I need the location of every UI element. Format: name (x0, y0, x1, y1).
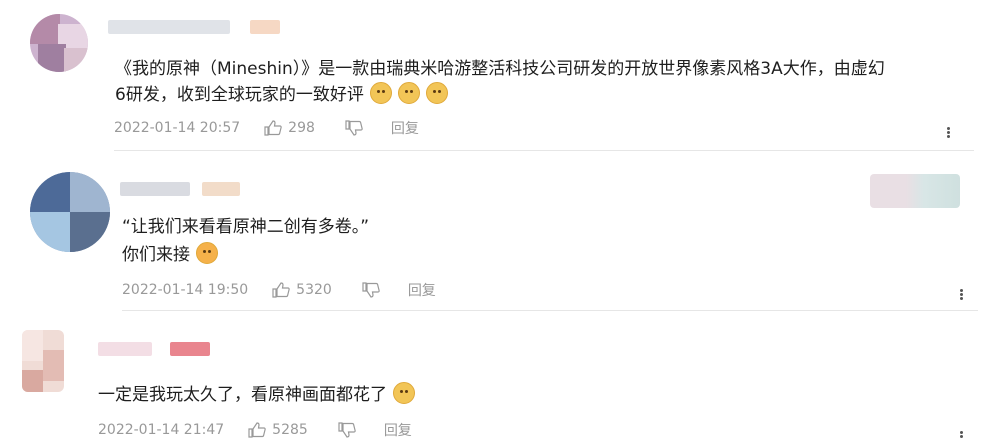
reply-button[interactable]: 回复 (391, 118, 419, 138)
reply-button[interactable]: 回复 (408, 280, 436, 300)
comment-text-line: 《我的原神（Mineshin）》是一款由瑞典米哈游整活科技公司研发的开放世界像素… (115, 59, 885, 79)
timestamp: 2022-01-14 21:47 (98, 422, 225, 438)
reply-button[interactable]: 回复 (384, 420, 412, 440)
user-badge (250, 20, 280, 34)
divider (114, 150, 974, 151)
cat-face-emoji (425, 82, 448, 104)
timestamp: 2022-01-14 19:50 (122, 282, 249, 298)
like-button[interactable]: 298 (264, 120, 315, 136)
comment-item: 一定是我玩太久了，看原神画面都花了 2022-01-14 21:47 5285 … (0, 320, 1000, 444)
cat-face-emoji (393, 382, 415, 404)
more-options-icon[interactable] (947, 126, 951, 139)
cat-face-emoji (369, 82, 392, 104)
comment-text-line: “让我们来看看原神二创有多卷。” (122, 217, 370, 237)
divider (122, 310, 978, 311)
comment-meta: 2022-01-14 21:47 5285 回复 (98, 420, 412, 440)
comment-meta: 2022-01-14 20:57 298 回复 (114, 118, 419, 138)
like-count: 5320 (296, 282, 332, 298)
comment-text-line: 一定是我玩太久了，看原神画面都花了 (98, 385, 387, 405)
like-button[interactable]: 5320 (272, 282, 332, 298)
avatar[interactable] (22, 330, 64, 392)
avatar[interactable] (30, 172, 110, 252)
username[interactable] (108, 20, 230, 34)
username[interactable] (120, 182, 190, 196)
thumb-up-icon (272, 282, 290, 298)
comment-meta: 2022-01-14 19:50 5320 回复 (122, 280, 436, 300)
dislike-button[interactable] (362, 282, 380, 298)
dislike-button[interactable] (338, 422, 356, 438)
comment-text: 一定是我玩太久了，看原神画面都花了 (98, 380, 415, 410)
comment-item: 《我的原神（Mineshin）》是一款由瑞典米哈游整活科技公司研发的开放世界像素… (0, 0, 1000, 160)
user-badge (202, 182, 240, 196)
more-options-icon[interactable] (960, 288, 964, 301)
like-count: 5285 (272, 422, 308, 438)
dislike-button[interactable] (345, 120, 363, 136)
more-options-icon[interactable] (960, 430, 964, 439)
like-button[interactable]: 5285 (248, 422, 308, 438)
timestamp: 2022-01-14 20:57 (114, 120, 241, 136)
comment-text: 你们来接 (122, 240, 218, 270)
username[interactable] (98, 342, 152, 356)
comment-text: “让我们来看看原神二创有多卷。” (122, 212, 369, 242)
thumb-up-icon (248, 422, 266, 438)
avatar[interactable] (30, 14, 88, 72)
like-count: 298 (288, 120, 315, 136)
thumb-down-icon (345, 120, 363, 136)
image-thumbnail[interactable] (870, 174, 960, 208)
comment-text-line: 6研发，收到全球玩家的一致好评 (115, 85, 364, 105)
user-badge (170, 342, 210, 356)
thumb-up-icon (264, 120, 282, 136)
comment-text: 6研发，收到全球玩家的一致好评 (115, 80, 448, 110)
comment-text-line: 你们来接 (122, 245, 190, 265)
comment-item: “让我们来看看原神二创有多卷。” 你们来接 2022-01-14 19:50 5… (0, 160, 1000, 320)
cat-face-emoji (397, 82, 420, 104)
blowing-kiss-emoji (196, 242, 218, 264)
thumb-down-icon (362, 282, 380, 298)
thumb-down-icon (338, 422, 356, 438)
